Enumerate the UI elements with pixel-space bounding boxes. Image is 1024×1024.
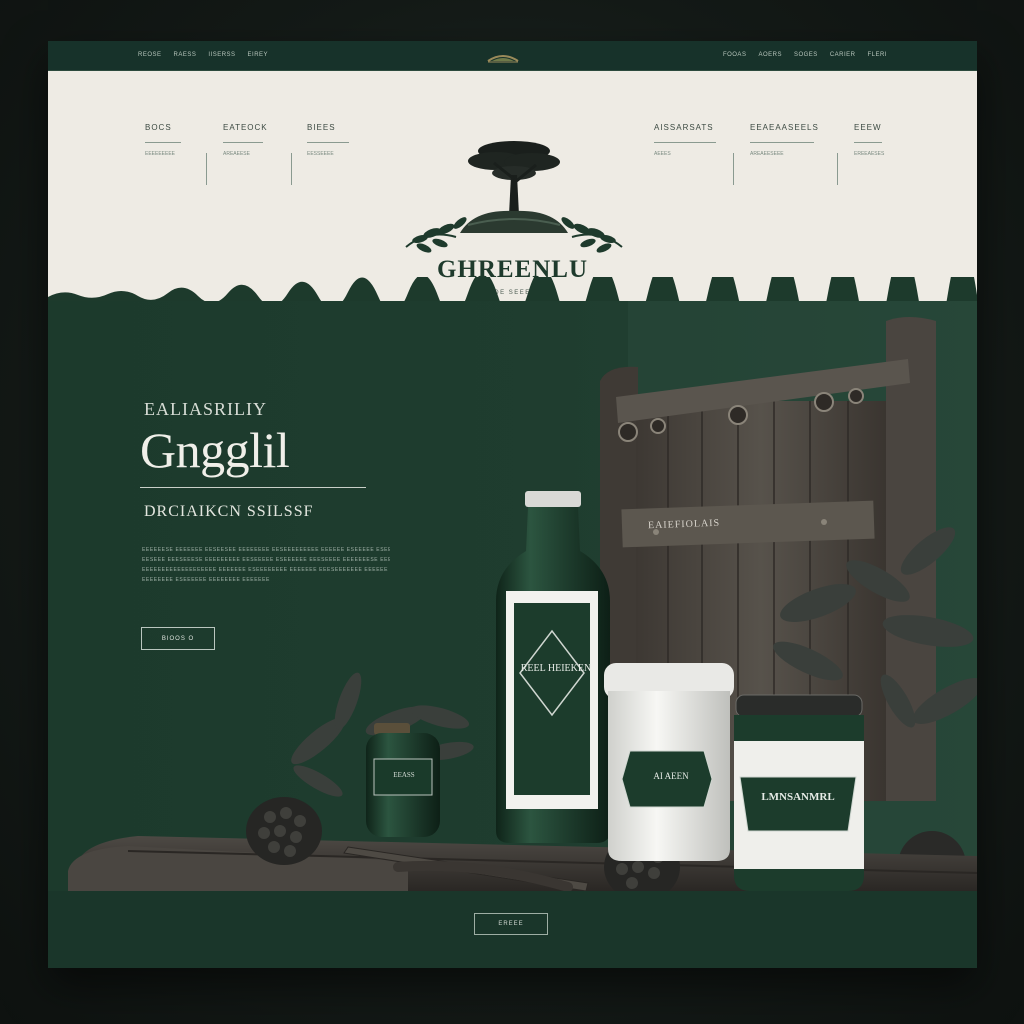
divider [733,153,734,185]
tub-label: AI AEEN [653,771,689,781]
top-nav-link[interactable]: RAESS [174,52,197,58]
footer-button[interactable]: EREEE [474,913,548,935]
header-menu-item[interactable]: EEEW EREEAESES [854,123,884,157]
paragraph-line: EESEEE EEESEEESE EEEEEEEEE EESEEEEE ESEE… [142,557,390,563]
top-nav-left: REOSE RAESS IISERSS EIREY [138,52,268,58]
header-menu-item[interactable]: AISSARSATS AEEES [654,123,716,157]
top-nav-link[interactable]: EIREY [248,52,269,58]
top-nav-link[interactable]: CARIER [830,52,856,58]
hero-cta-button[interactable]: BIOOS O [141,627,215,650]
header-menu-item[interactable]: EATEOCK AREAEESE [223,123,268,157]
top-nav-link[interactable]: FOOAS [723,52,747,58]
divider [750,142,814,143]
divider [854,142,882,143]
header-menu-sub: AREAEESE [223,151,250,157]
header-menu-label: BOCS [145,123,172,132]
divider [837,153,838,185]
divider [654,142,716,143]
divider [223,142,263,143]
top-nav-bar: REOSE RAESS IISERSS EIREY FOOAS AOERS SO… [48,41,977,71]
divider [145,142,181,143]
berry-cluster-icon [246,797,322,865]
white-tub-icon [604,663,734,861]
jar-label: LMNSANMRL [761,791,835,803]
header-menu-label: EATEOCK [223,123,268,132]
tree-logo-icon[interactable] [398,129,630,265]
top-nav-link[interactable]: FLERI [867,52,887,58]
top-nav-link[interactable]: SOGES [794,52,818,58]
divider [291,153,292,185]
top-nav-link[interactable]: IISERSS [208,52,235,58]
top-nav-link[interactable]: REOSE [138,52,162,58]
divider [206,153,207,185]
paragraph-line: EEEEEEEEEEEEEEEEEEE EEEEEEE ESEEEEEEEE E… [142,567,390,573]
top-nav-right: FOOAS AOERS SOGES CARIER FLERI [723,52,887,58]
paragraph-line: EEEEEEEE ESEEEEEE EEEEEEEE EEEEEEE [142,577,270,583]
hero-eyebrow: EALIASRILIY [144,399,267,419]
hero-subtitle: DRCIAIKCN SSILSSF [144,503,314,520]
header-menu-item[interactable]: BIEES EESSEEEE [307,123,349,157]
header-menu-item[interactable]: EEAEAASEELS AREAEESEEE [750,123,819,157]
header-menu-sub: EEEEEEEEE [145,151,176,157]
divider [140,487,366,488]
hero-paragraph: EEEEEESE EEEEEEE EESEESEE EEEEEEEE EESEE… [142,545,390,585]
header-menu-sub: EREEAESES [854,151,885,157]
header-menu-sub: AEEES [654,151,671,157]
hero-section: EALIASRILIY Gngglil DRCIAIKCN SSILSSF EE… [48,301,977,891]
paragraph-line: EEEEEESE EEEEEEE EESEESEE EEEEEEEE EESEE… [142,547,390,553]
footer-bar: EREEE [48,891,977,968]
hero-title: Gngglil [140,422,290,478]
bottle-label: REEL HEIEKEN [520,663,592,674]
mini-logo-icon[interactable] [484,49,522,65]
header-menu-label: EEEW [854,123,882,132]
header-menu-label: AISSARSATS [654,123,714,132]
header-menu-label: EEAEAASEELS [750,123,819,132]
top-nav-link[interactable]: AOERS [758,52,782,58]
header-menu-sub: EESSEEEE [307,151,334,157]
header-menu-label: BIEES [307,123,336,132]
header-menu-sub: AREAEESEEE [750,151,784,157]
small-jar-icon [366,723,440,837]
site-header: BOCS EEEEEEEEE EATEOCK AREAEESE BIEES EE… [48,71,977,303]
small-jar-label: EEASS [393,771,415,779]
divider [307,142,349,143]
website-mockup: REOSE RAESS IISERSS EIREY FOOAS AOERS SO… [48,41,977,968]
header-menu-item[interactable]: BOCS EEEEEEEEE [145,123,181,157]
